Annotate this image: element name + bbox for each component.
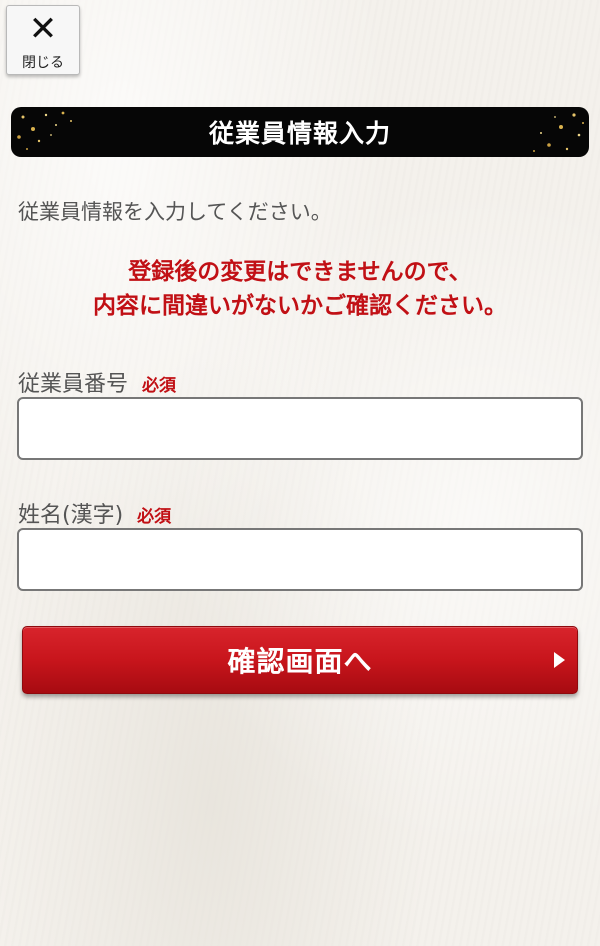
close-label: 閉じる xyxy=(22,55,64,71)
page-title: 従業員情報入力 xyxy=(208,119,391,148)
warning-line-2: 内容に間違いがないかご確認ください。 xyxy=(93,293,507,319)
full-name-label: 姓名(漢字) 必須 xyxy=(18,497,171,529)
warning-message: 登録後の変更はできませんので、 内容に間違いがないかご確認ください。 xyxy=(0,255,600,323)
close-icon: ✕ xyxy=(28,9,58,49)
close-button[interactable]: ✕ 閉じる xyxy=(6,5,80,75)
gold-sparkle-decoration xyxy=(533,113,584,152)
field-label-text: 従業員番号 xyxy=(18,372,129,397)
full-name-input[interactable] xyxy=(17,528,583,591)
confirm-button[interactable]: 確認画面へ xyxy=(22,626,578,694)
confirm-button-label: 確認画面へ xyxy=(227,645,373,678)
triangle-right-icon xyxy=(554,652,565,668)
required-badge: 必須 xyxy=(142,376,177,396)
gold-sparkle-decoration xyxy=(17,111,72,150)
required-badge: 必須 xyxy=(137,507,172,527)
section-header: 従業員情報入力 xyxy=(11,107,589,157)
employee-number-input[interactable] xyxy=(17,397,583,460)
employee-number-label: 従業員番号 必須 xyxy=(18,366,176,398)
warning-line-1: 登録後の変更はできませんので、 xyxy=(128,259,472,285)
field-label-text: 姓名(漢字) xyxy=(18,503,124,528)
intro-text: 従業員情報を入力してください。 xyxy=(18,200,332,224)
